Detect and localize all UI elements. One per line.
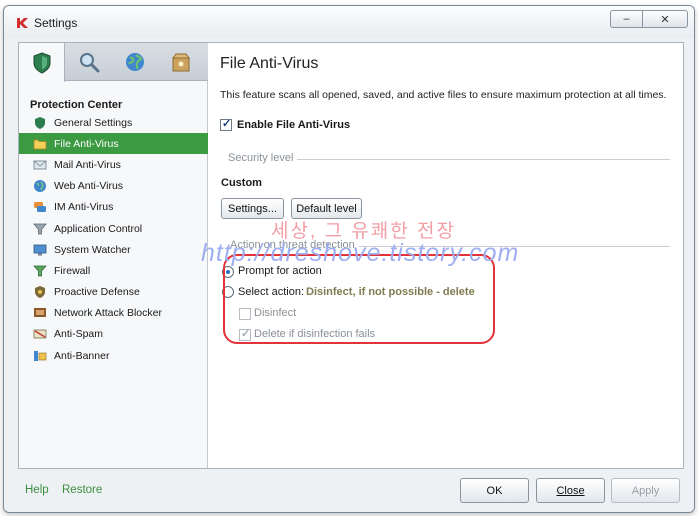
restore-link[interactable]: Restore	[62, 484, 102, 496]
left-panel: Protection Center General Settings File …	[19, 43, 208, 468]
sidebar-item-label: Web Anti-Virus	[54, 180, 124, 193]
sidebar-item-label: Network Attack Blocker	[54, 307, 162, 320]
apply-button[interactable]: Apply	[611, 478, 680, 503]
sidebar-item-label: Proactive Defense	[54, 286, 140, 299]
tab-strip	[19, 43, 208, 82]
sidebar-item-label: System Watcher	[54, 243, 131, 256]
sidebar-item-web-anti-virus[interactable]: Web Anti-Virus	[19, 176, 208, 197]
apply-label: Apply	[631, 484, 660, 497]
shield-icon	[35, 116, 45, 129]
close-button[interactable]: Close	[536, 478, 605, 503]
main-panel: File Anti-Virus This feature scans all o…	[201, 43, 683, 468]
security-settings-label: Settings...	[228, 202, 277, 215]
security-settings-button[interactable]: Settings...	[221, 198, 284, 219]
sidebar-item-network-attack-blocker[interactable]: Network Attack Blocker	[19, 303, 208, 324]
security-level-name: Custom	[221, 177, 262, 189]
tab-scan[interactable]	[66, 43, 112, 81]
action-group-title: Action on threat detection	[220, 239, 359, 251]
shield-badge-icon	[35, 286, 45, 299]
feature-description: This feature scans all opened, saved, an…	[220, 89, 667, 101]
network-icon	[34, 308, 46, 318]
minimize-button[interactable]: –	[610, 10, 642, 28]
close-icon: ✕	[660, 13, 670, 26]
sidebar-nav: General Settings File Anti-Virus Mail An…	[19, 112, 208, 366]
page-title: File Anti-Virus	[220, 55, 319, 72]
ok-label: OK	[486, 484, 503, 497]
sidebar-item-general-settings[interactable]: General Settings	[19, 112, 208, 133]
title-bar: Settings – ✕	[4, 6, 694, 38]
funnel-icon	[33, 223, 47, 234]
highlight-annotation	[223, 254, 495, 344]
magnifier-icon	[80, 53, 100, 73]
settings-content: Protection Center General Settings File …	[18, 42, 684, 469]
sidebar-item-firewall[interactable]: Firewall	[19, 260, 208, 281]
close-window-button[interactable]: ✕	[642, 10, 688, 28]
sidebar-item-label: IM Anti-Virus	[54, 201, 114, 214]
sidebar-item-label: General Settings	[54, 116, 133, 129]
kaspersky-logo-icon	[17, 18, 28, 28]
chat-icon	[34, 202, 46, 213]
globe-icon	[126, 53, 144, 71]
sidebar-item-label: Firewall	[54, 264, 91, 277]
spam-icon	[33, 330, 47, 339]
tab-settings[interactable]	[158, 43, 204, 81]
sidebar-item-label: Mail Anti-Virus	[54, 158, 121, 171]
window-title: Settings	[34, 16, 78, 30]
tab-protection[interactable]	[19, 43, 65, 82]
sidebar-item-label: Anti-Spam	[54, 328, 104, 341]
filter-icon	[33, 265, 47, 277]
sidebar-item-anti-spam[interactable]: Anti-Spam	[19, 324, 208, 345]
folder-icon	[33, 139, 47, 150]
sidebar-item-file-anti-virus[interactable]: File Anti-Virus	[19, 133, 208, 155]
default-level-label: Default level	[296, 202, 357, 215]
shield-icon	[33, 51, 50, 74]
sidebar-item-label: Application Control	[54, 222, 143, 235]
security-level-group-title: Security level	[220, 152, 298, 164]
banner-icon	[34, 350, 47, 361]
sidebar-item-proactive-defense[interactable]: Proactive Defense	[19, 282, 208, 303]
box-icon	[172, 53, 190, 72]
tab-update[interactable]	[112, 43, 158, 81]
sidebar-item-label: File Anti-Virus	[54, 137, 119, 150]
sidebar-item-im-anti-virus[interactable]: IM Anti-Virus	[19, 197, 208, 218]
settings-window: Settings – ✕ Protection Center General S…	[3, 5, 695, 513]
ok-button[interactable]: OK	[460, 478, 529, 503]
minimize-icon: –	[623, 13, 630, 25]
help-link[interactable]: Help	[25, 484, 49, 496]
sidebar-item-application-control[interactable]: Application Control	[19, 218, 208, 239]
sidebar-item-mail-anti-virus[interactable]: Mail Anti-Virus	[19, 154, 208, 175]
monitor-icon	[33, 244, 47, 256]
close-label: Close	[556, 484, 585, 497]
globe-icon	[34, 180, 46, 193]
sidebar-item-label: Anti-Banner	[54, 349, 110, 362]
default-level-button[interactable]: Default level	[291, 198, 362, 219]
sidebar-item-anti-banner[interactable]: Anti-Banner	[19, 345, 208, 366]
sidebar-item-system-watcher[interactable]: System Watcher	[19, 239, 208, 260]
footer: Help Restore OK Close Apply	[4, 471, 694, 512]
enable-file-anti-virus-checkbox[interactable]	[220, 117, 232, 131]
envelope-icon	[33, 160, 47, 170]
sidebar-title: Protection Center	[30, 99, 123, 111]
enable-file-anti-virus-label: Enable File Anti-Virus	[237, 119, 351, 131]
